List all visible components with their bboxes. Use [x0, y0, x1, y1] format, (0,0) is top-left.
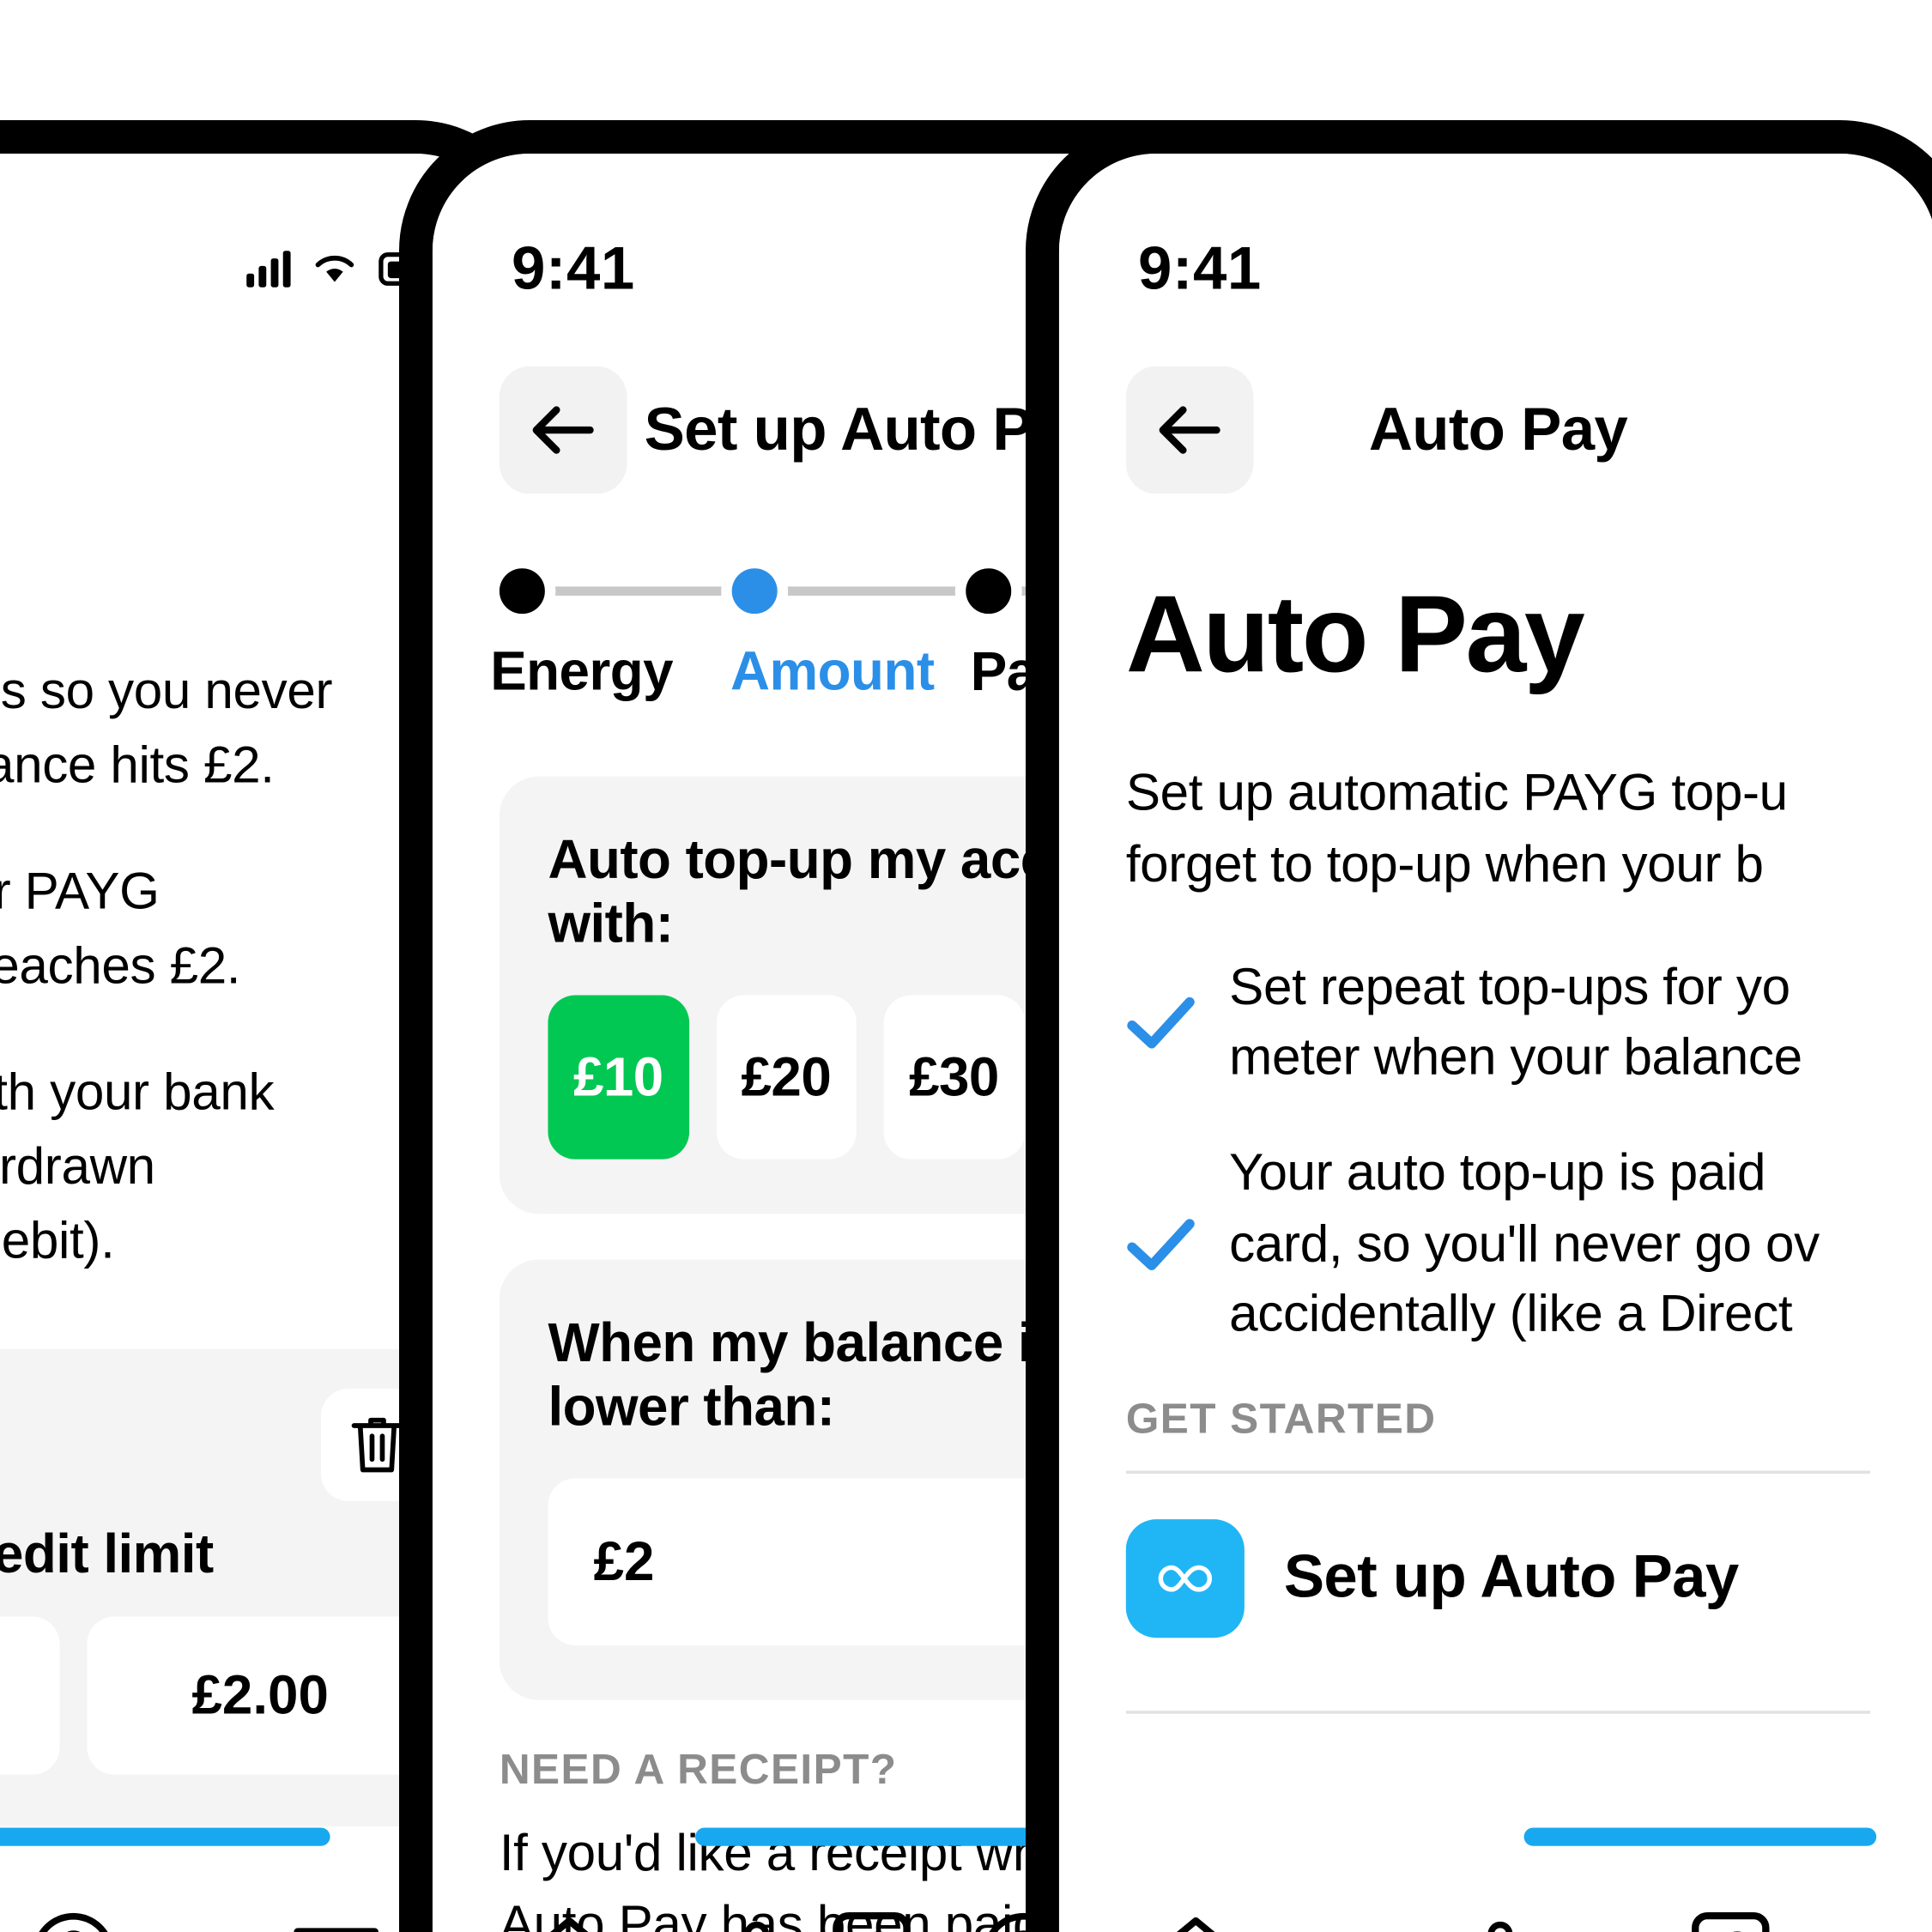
- mid-home-indicator: [695, 1827, 1048, 1846]
- stepper-label-amount: Amount: [730, 639, 935, 702]
- tab-usage[interactable]: [1393, 1884, 1533, 1932]
- bullet-item: Set repeat top-ups for yo meter when you…: [1126, 953, 1870, 1093]
- pound-meter-icon: [1692, 1911, 1770, 1932]
- menu-icon: [293, 1928, 379, 1932]
- right-page-title: Auto Pay: [1368, 396, 1628, 463]
- cellular-signal-icon: [246, 251, 291, 288]
- wifi-icon: [315, 255, 354, 282]
- back-button[interactable]: [499, 366, 627, 494]
- home-icon: [549, 1917, 588, 1932]
- credit-limit-label: Credit limit: [0, 1522, 214, 1584]
- tab-payments[interactable]: [802, 1884, 942, 1932]
- stepper-label-energy: Energy: [490, 639, 674, 702]
- tab-home[interactable]: [499, 1884, 639, 1932]
- amount-option-20[interactable]: £20: [716, 995, 857, 1160]
- balance-threshold-value: £2: [593, 1529, 655, 1593]
- right-hero-title: Auto Pay: [1125, 574, 1585, 696]
- check-icon: [1126, 996, 1196, 1051]
- usage-chart-icon: [1487, 1921, 1513, 1932]
- check-icon: [1126, 1216, 1196, 1271]
- help-circle-icon: [39, 1912, 108, 1932]
- right-screen: 9:41 Auto Pay Auto Pay Set up automatic …: [1058, 153, 1932, 1932]
- tab-menu[interactable]: [266, 1884, 406, 1932]
- left-page-title: Auto Pay: [0, 396, 445, 464]
- amount-option-10[interactable]: £10: [548, 995, 689, 1160]
- back-button[interactable]: [1125, 366, 1254, 494]
- mid-status-time: 9:41: [511, 234, 635, 302]
- tab-help[interactable]: [3, 1884, 143, 1932]
- screenshot-stage: Auto Pay c PAYG top-ups so you never whe…: [0, 0, 1932, 1932]
- right-home-indicator: [1523, 1827, 1877, 1846]
- home-icon: [1177, 1917, 1215, 1932]
- bullet-text: Set repeat top-ups for yo meter when you…: [1229, 958, 1802, 1087]
- stepper-dot-pay[interactable]: [954, 557, 1022, 625]
- phone-right: 9:41 Auto Pay Auto Pay Set up automatic …: [1026, 120, 1932, 1932]
- back-arrow-icon: [532, 406, 594, 454]
- list-item-setup-auto-pay[interactable]: Set up Auto Pay: [1125, 1474, 1870, 1683]
- right-body: Auto Pay Set up automatic PAYG top-u for…: [1059, 533, 1932, 1932]
- right-navbar: Auto Pay: [1059, 339, 1932, 521]
- tab-usage[interactable]: [651, 1884, 790, 1932]
- credit-field-left[interactable]: [0, 1615, 60, 1774]
- amount-option-30[interactable]: £30: [883, 995, 1025, 1160]
- list-item-label: Set up Auto Pay: [1283, 1544, 1739, 1612]
- pound-meter-icon: [833, 1911, 911, 1932]
- usage-chart-icon: [745, 1921, 770, 1932]
- right-tabbar: [1059, 1846, 1932, 1932]
- right-status-time: 9:41: [1137, 234, 1262, 302]
- credit-limit-value[interactable]: £2.00: [87, 1615, 433, 1774]
- right-intro: Set up automatic PAYG top-u forget to to…: [1125, 764, 1788, 893]
- get-started-kicker: GET STARTED: [1125, 1395, 1437, 1442]
- left-home-indicator: [0, 1827, 330, 1846]
- tab-home[interactable]: [1126, 1884, 1266, 1932]
- right-bullets: Set repeat top-ups for yo meter when you…: [1126, 953, 1870, 1349]
- bullet-item: Your auto top-up is paid card, so you'll…: [1126, 1138, 1870, 1349]
- stepper-dot-energy[interactable]: [488, 557, 556, 625]
- tab-payments[interactable]: [1661, 1884, 1801, 1932]
- infinity-icon: [1125, 1519, 1245, 1638]
- credit-limit-fields: £2.00: [0, 1615, 433, 1774]
- list-divider-bottom: [1125, 1711, 1871, 1714]
- right-status-bar: 9:41: [1059, 154, 1932, 333]
- bullet-text: Your auto top-up is paid card, so you'll…: [1229, 1144, 1820, 1343]
- back-arrow-icon: [1159, 406, 1220, 454]
- stepper-dot-amount[interactable]: [721, 557, 789, 625]
